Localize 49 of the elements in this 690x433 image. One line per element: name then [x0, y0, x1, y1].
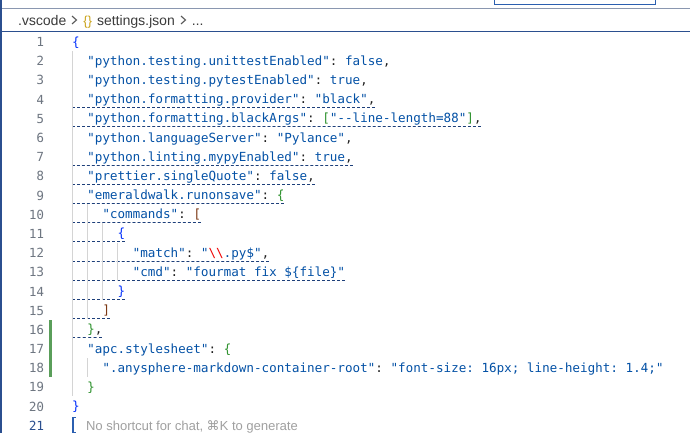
code-line: "python.testing.pytestEnabled": true, — [72, 70, 368, 89]
line-number: 5 — [35, 110, 44, 126]
line-number: 14 — [28, 284, 44, 299]
line-number: 9 — [35, 188, 44, 203]
line-number: 11 — [28, 226, 44, 241]
code-line: "python.formatting.blackArgs": ["--line-length=88"], — [72, 109, 482, 128]
code-line: "prettier.singleQuote": false, — [72, 166, 315, 185]
line-number: 16 — [28, 322, 44, 337]
code-line: "commands": [ — [72, 205, 201, 224]
line-number: 8 — [35, 168, 44, 184]
code-line: } — [72, 282, 126, 300]
code-line: "python.linting.mypyEnabled": true, — [72, 148, 353, 166]
line-number: 3 — [35, 72, 44, 88]
chevron-right-icon — [180, 15, 187, 25]
json-braces-icon: {} — [83, 12, 92, 28]
line-number: 15 — [28, 302, 44, 318]
line-number: 6 — [35, 130, 44, 146]
code-line: "python.testing.unittestEnabled": false, — [72, 52, 390, 70]
line-number: 4 — [35, 92, 44, 107]
code-line: "python.formatting.provider": "black", — [72, 90, 376, 108]
code-line: } — [72, 378, 95, 396]
chevron-right-icon — [71, 15, 78, 25]
line-number: 21 — [28, 418, 44, 433]
code-line: "emeraldwalk.runonsave": { — [72, 186, 284, 204]
code-line: } — [72, 397, 80, 416]
line-number: 19 — [28, 379, 44, 394]
breadcrumb-item[interactable]: .vscode — [18, 12, 66, 28]
code-line: { — [72, 32, 80, 51]
code-line: { — [72, 224, 126, 242]
line-number: 13 — [28, 264, 44, 280]
line-number: 2 — [35, 53, 44, 68]
code-line: }, — [72, 320, 102, 338]
breadcrumb-item[interactable]: ... — [192, 12, 204, 28]
line-number: 18 — [28, 360, 44, 376]
code-line: ] — [72, 301, 110, 320]
code-line: "match": "\\.py$", — [72, 244, 270, 262]
code-line: "python.languageServer": "Pylance", — [72, 128, 353, 147]
code-line: "apc.stylesheet": { — [72, 340, 232, 358]
breadcrumb-item[interactable]: settings.json — [96, 12, 175, 28]
text-cursor-icon — [72, 417, 76, 433]
code-line: "cmd": "fourmat fix ${file}" — [72, 262, 345, 281]
line-number: 1 — [35, 34, 44, 50]
line-number: 17 — [28, 341, 44, 356]
line-number: 10 — [28, 206, 44, 222]
line-number: 20 — [28, 398, 44, 414]
inline-hint: No shortcut for chat, ⌘K to generate — [86, 418, 298, 433]
line-number: 12 — [28, 245, 44, 260]
line-number: 7 — [35, 149, 44, 164]
code-line: ".anysphere-markdown-container-root": "font-size: 16px; line-height: 1.4;" — [72, 358, 664, 377]
